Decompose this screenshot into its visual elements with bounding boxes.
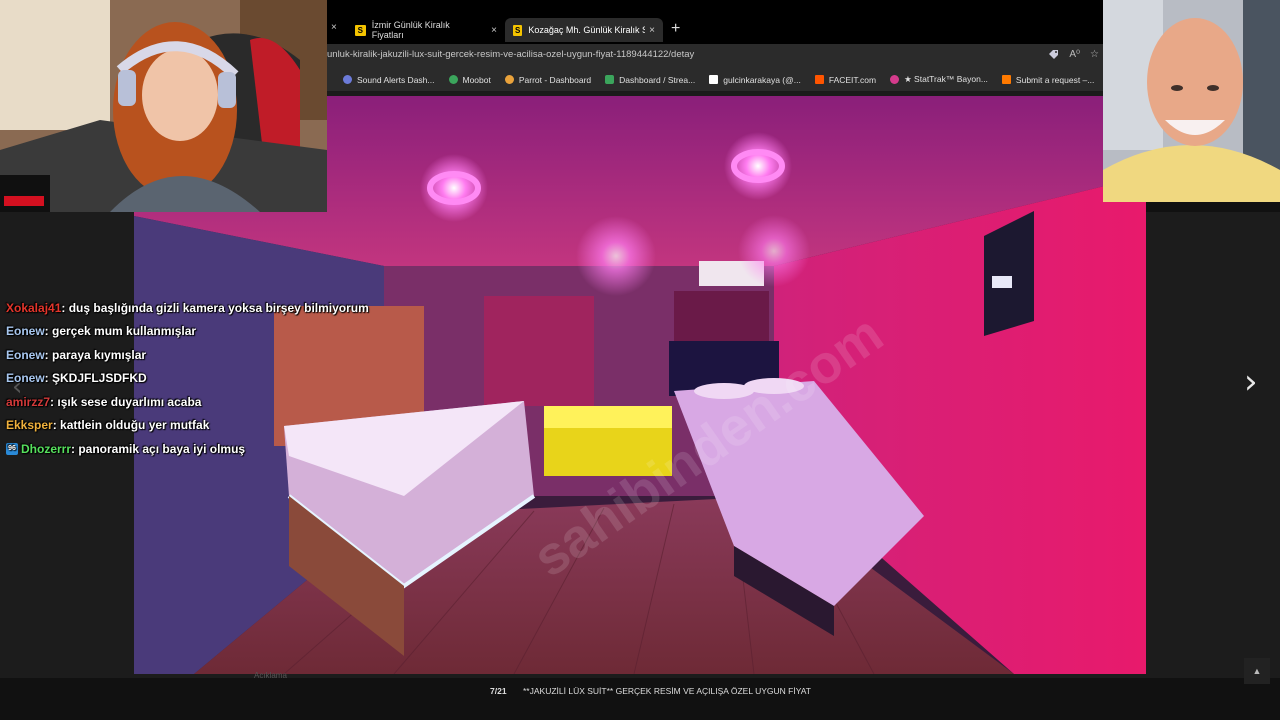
tab-label: Kozağaç Mh. Günlük Kiralık Stüdy (528, 25, 646, 35)
tab-kozagac-studyo[interactable]: S Kozağaç Mh. Günlük Kiralık Stüdy × (505, 18, 663, 42)
browser-tab-bar: × S İzmir Günlük Kiralık Fiyatları × S K… (327, 0, 1103, 44)
caption-bar (0, 678, 1280, 720)
chat-message: amirzz7 : ışık sese duyarlımı acaba (6, 390, 369, 414)
bookmark-label: Sound Alerts Dash... (357, 74, 435, 85)
chat-text: : kattlein olduğu yer mutfak (52, 418, 210, 433)
tab-izmir-fiyatlari[interactable]: S İzmir Günlük Kiralık Fiyatları × (347, 18, 505, 42)
chat-username: Eonew (6, 347, 45, 362)
bookmark-dashboard-stream[interactable]: Dashboard / Strea... (605, 75, 695, 85)
chat-username: amirzz7 (6, 394, 51, 409)
chat-message: Eonew : gerçek mum kullanmışlar (6, 320, 369, 344)
faceit-icon (814, 75, 824, 84)
bookmark-faceit[interactable]: FACEIT.com (814, 74, 877, 85)
chat-overlay: Xokalaj41 : duş başlığında gizli kamera … (6, 296, 369, 461)
chat-username: Dhozerrr (21, 441, 72, 456)
bookmark-label: Submit a request –... (1015, 74, 1095, 85)
chat-text: : panoramik açı baya iyi olmuş (71, 441, 246, 456)
submit-request-icon (1001, 75, 1011, 84)
bookmark-label: Parrot - Dashboard (518, 74, 592, 85)
address-bar-icons: A⁰ ☆ (1048, 49, 1099, 63)
bookmark-label: Dashboard / Strea... (619, 74, 696, 85)
dashboard-icon (605, 75, 615, 84)
tab-close-icon[interactable]: × (649, 25, 655, 36)
chat-text: : gerçek mum kullanmışlar (44, 324, 197, 339)
chat-username: Ekksper (6, 418, 53, 433)
bookmark-stattrak[interactable]: ★ StatTrak™ Bayon... (890, 74, 988, 85)
parrot-icon (504, 75, 514, 84)
chat-text: : ŞKDJFLJSDFKD (44, 371, 147, 386)
streamer-webcam (0, 0, 327, 212)
star-icon[interactable]: ☆ (1090, 49, 1099, 63)
tab-label: İzmir Günlük Kiralık Fiyatları (371, 20, 450, 40)
bookmark-moobot[interactable]: Moobot (448, 74, 491, 85)
sahibinden-favicon-icon: S (513, 24, 523, 36)
sound-alerts-icon (343, 75, 352, 84)
chat-text: : duş başlığında gizli kamera yoksa birş… (61, 300, 369, 315)
bookmark-tiktok[interactable]: gulcinkarakaya (@... (709, 75, 801, 85)
next-photo-button[interactable]: › (1244, 362, 1258, 402)
address-bar[interactable]: unluk-kiralik-jakuzili-lux-suit-gercek-r… (327, 44, 1103, 68)
bookmarks-bar: Sound Alerts Dash... Moobot Parrot - Das… (327, 68, 1103, 92)
subscriber-badge-icon: 96 (6, 442, 18, 455)
stream-screen: × S İzmir Günlük Kiralık Fiyatları × S K… (0, 0, 1280, 720)
stattrak-icon (890, 75, 900, 84)
chat-text: : paraya kıymışlar (44, 347, 147, 362)
tab-close-icon[interactable]: × (491, 25, 497, 36)
bookmark-submit-request[interactable]: Submit a request –... (1001, 74, 1095, 85)
url-text[interactable]: unluk-kiralik-jakuzili-lux-suit-gercek-r… (327, 49, 694, 60)
guest-webcam (1103, 0, 1280, 202)
bookmark-sound-alerts[interactable]: Sound Alerts Dash... (343, 75, 435, 85)
chat-message: Eonew : ŞKDJFLJSDFKD (6, 367, 369, 391)
chat-message: Ekksper : kattlein olduğu yer mutfak (6, 414, 369, 438)
scroll-top-button[interactable]: ▲ (1244, 658, 1270, 684)
chat-username: Eonew (6, 371, 45, 386)
chat-message: 96 Dhozerrr : panoramik açı baya iyi olmu… (6, 437, 369, 461)
bookmark-label: FACEIT.com (828, 74, 877, 85)
photo-index: 7/21 (490, 686, 507, 696)
read-aloud-icon[interactable]: A⁰ (1069, 49, 1080, 63)
chat-message: Xokalaj41 : duş başlığında gizli kamera … (6, 296, 369, 320)
bookmark-label: Moobot (462, 74, 491, 85)
chat-username: Eonew (6, 324, 45, 339)
chat-message: Eonew : paraya kıymışlar (6, 343, 369, 367)
chat-username: Xokalaj41 (6, 300, 62, 315)
bookmark-label: ★ StatTrak™ Bayon... (904, 74, 988, 84)
new-tab-button[interactable]: + (671, 20, 680, 38)
photo-caption: **JAKUZİLİ LÜX SUİT** GERÇEK RESİM VE AÇ… (523, 686, 811, 696)
sahibinden-favicon-icon: S (355, 24, 366, 36)
close-icon[interactable]: × (331, 22, 337, 33)
bookmark-label: gulcinkarakaya (@... (723, 74, 801, 85)
tag-icon[interactable] (1048, 49, 1059, 63)
tiktok-icon (709, 75, 719, 84)
bookmark-parrot[interactable]: Parrot - Dashboard (504, 74, 592, 85)
moobot-icon (448, 75, 458, 84)
chat-text: : ışık sese duyarlımı acaba (50, 394, 202, 409)
